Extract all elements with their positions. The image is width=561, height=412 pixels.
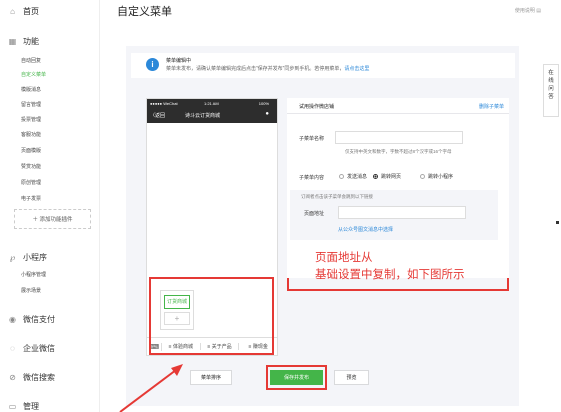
menu-tab-3[interactable]: ≡ 赚现金 <box>239 343 277 350</box>
sidebar-item-mini-manage[interactable]: 小程序管理 <box>21 271 46 278</box>
option-jump-webpage-label: 跳转网页 <box>381 174 402 180</box>
phone-nav-bar: 〈返回 诗斗云订货商城 ● <box>147 108 277 123</box>
menu-tab-2-label: 关于产品 <box>211 344 232 350</box>
url-label: 页面地址 <box>304 211 325 217</box>
phone-back-label: 返回 <box>155 113 166 119</box>
sidebar-item-comments[interactable]: 留言管理 <box>21 101 41 108</box>
user-icon: ● <box>265 111 269 117</box>
url-settings: 订阅者点击该子菜单会跳到以下链接 页面地址 从公众号图文消息中选择 <box>290 190 498 240</box>
notice-body: 菜单未发布，请确认菜单编辑完成后点击“保存并发布”同步到手机。若停用菜单， <box>166 66 345 72</box>
option-jump-webpage[interactable]: 跳转网页 <box>373 173 401 180</box>
sidebar-section-features: ▦ 功能 <box>8 36 39 47</box>
sidebar-item-customer-service[interactable]: 客服功能 <box>21 131 41 138</box>
sidebar-item-voting[interactable]: 投票管理 <box>21 116 41 123</box>
sidebar-item-display-scene[interactable]: 展示场景 <box>21 287 41 294</box>
menu-tab-2[interactable]: ≡ 关于产品 <box>201 343 240 350</box>
page-title: 自定义菜单 <box>117 6 172 18</box>
phone-back-button: 〈返回 <box>150 112 165 119</box>
help-label: 使用说明 <box>514 8 535 14</box>
radio-jump-webpage <box>373 174 378 179</box>
submenu-item-selected[interactable]: 订货商城 <box>164 295 190 309</box>
radio-jump-mini <box>420 174 425 179</box>
url-description: 订阅者点击该子菜单会跳到以下链接 <box>301 194 373 199</box>
help-link[interactable]: 使用说明 ▤ <box>515 7 541 14</box>
online-qa-label: 在线问答 <box>548 70 554 100</box>
home-icon: ⌂ <box>10 7 15 16</box>
phone-menu-bar: ⌨ ≡ 体验商城 ≡ 关于产品 ≡ 赚现金 <box>147 337 277 355</box>
phone-submenu: 订货商城 + <box>160 290 194 330</box>
sidebar-mini-label: 小程序 <box>23 253 47 262</box>
sidebar-search-label: 微信搜索 <box>23 373 55 382</box>
sidebar-section-manage[interactable]: ▭ 管理 <box>8 401 39 412</box>
grid-icon: ▦ <box>8 37 17 46</box>
menu-tab-3-label: 赚现金 <box>252 344 268 350</box>
online-qa-panel[interactable]: 在线问答 <box>543 64 559 117</box>
sidebar-item-home[interactable]: ⌂ 首页 <box>8 6 39 17</box>
menu-tab-1-label: 体验商城 <box>172 344 193 350</box>
phone-time: 1:21 AM <box>204 101 219 106</box>
notice-link[interactable]: 请点击这里 <box>344 66 369 72</box>
phone-battery: 100% <box>258 101 269 106</box>
editor-divider <box>287 113 509 114</box>
help-icon: ▤ <box>536 8 541 14</box>
save-publish-button[interactable]: 保存并发布 <box>270 370 323 385</box>
sidebar-section-search[interactable]: ⊘ 微信搜索 <box>8 372 55 383</box>
sidebar-item-original[interactable]: 原创管理 <box>21 179 41 186</box>
phone-account-name: 诗斗云订货商城 <box>185 113 221 119</box>
sidebar-item-reward[interactable]: 赞赏功能 <box>21 163 41 170</box>
keyboard-icon[interactable]: ⌨ <box>147 342 162 351</box>
search-icon: ⊘ <box>9 373 16 382</box>
scroll-marker <box>556 221 559 224</box>
sidebar-section-pay[interactable]: ◉ 微信支付 <box>8 314 55 325</box>
phone-preview: ●●●●● WeChat 1:21 AM 100% 〈返回 诗斗云订货商城 ● … <box>146 98 278 356</box>
notice-title: 菜单编辑中 <box>166 58 192 64</box>
sidebar-manage-label: 管理 <box>23 402 39 411</box>
option-jump-mini-label: 跳转小程序 <box>428 174 454 180</box>
option-send-message-label: 发送消息 <box>347 174 368 180</box>
phone-carrier: ●●●●● WeChat <box>150 101 178 106</box>
sidebar-item-invoice[interactable]: 电子发票 <box>21 195 41 202</box>
name-hint: 仅支持中英文和数字，字数不超过8个汉字或16个字母 <box>345 149 452 154</box>
sidebar-section-mini-program[interactable]: ℘ 小程序 <box>8 252 47 263</box>
content-label: 子菜单内容 <box>299 175 325 181</box>
sidebar-features-label: 功能 <box>23 37 39 46</box>
add-submenu-button[interactable]: + <box>164 312 190 325</box>
menu-tab-1[interactable]: ≡ 体验商城 <box>162 343 201 350</box>
annotation-line-2: 基础设置中复制，如下图所示 <box>315 269 465 281</box>
notice-text: 菜单未发布，请确认菜单编辑完成后点击“保存并发布”同步到手机。若停用菜单，请点击… <box>166 65 369 72</box>
phone-status-bar: ●●●●● WeChat 1:21 AM 100% <box>147 99 277 108</box>
option-send-message[interactable]: 发送消息 <box>339 173 367 180</box>
enterprise-icon: ◌ <box>10 344 15 353</box>
sidebar-item-custom-menu[interactable]: 自定义菜单 <box>21 71 46 78</box>
sidebar-section-enterprise[interactable]: ◌ 企业微信 <box>8 343 55 354</box>
sidebar-home-label: 首页 <box>23 7 39 16</box>
sidebar-pay-label: 微信支付 <box>23 315 55 324</box>
delete-submenu-link[interactable]: 删除子菜单 <box>479 103 504 110</box>
sidebar-enterprise-label: 企业微信 <box>23 344 55 353</box>
choose-article-link[interactable]: 从公众号图文消息中选择 <box>338 226 393 233</box>
manage-icon: ▭ <box>8 402 17 411</box>
sidebar-item-template-message[interactable]: 模版消息 <box>21 86 41 93</box>
mini-program-icon: ℘ <box>9 253 16 262</box>
url-input[interactable] <box>338 206 466 219</box>
radio-send-message <box>339 174 344 179</box>
sidebar-item-page-template[interactable]: 页面模版 <box>21 147 41 154</box>
annotation-line-1: 页面地址从 <box>315 252 373 264</box>
add-plugin-button[interactable]: ＋ 添加功能插件 <box>14 209 91 229</box>
name-label: 子菜单名称 <box>299 136 325 142</box>
info-icon: i <box>146 58 159 71</box>
editor-title: 试用操作微店铺 <box>299 104 335 110</box>
option-jump-mini[interactable]: 跳转小程序 <box>420 173 453 180</box>
annotation-text: 页面地址从 基础设置中复制，如下图所示 <box>315 250 465 284</box>
preview-button[interactable]: 预览 <box>334 370 369 385</box>
sidebar-item-auto-reply[interactable]: 自动回复 <box>21 57 41 64</box>
pay-icon: ◉ <box>9 315 16 324</box>
menu-sort-button[interactable]: 菜单排序 <box>190 370 232 385</box>
submenu-name-input[interactable] <box>335 131 463 144</box>
edit-notice: i 菜单编辑中 菜单未发布，请确认菜单编辑完成后点击“保存并发布”同步到手机。若… <box>131 53 515 78</box>
sidebar: ⌂ 首页 ▦ 功能 自动回复 自定义菜单 模版消息 留言管理 投票管理 客服功能… <box>0 0 100 412</box>
